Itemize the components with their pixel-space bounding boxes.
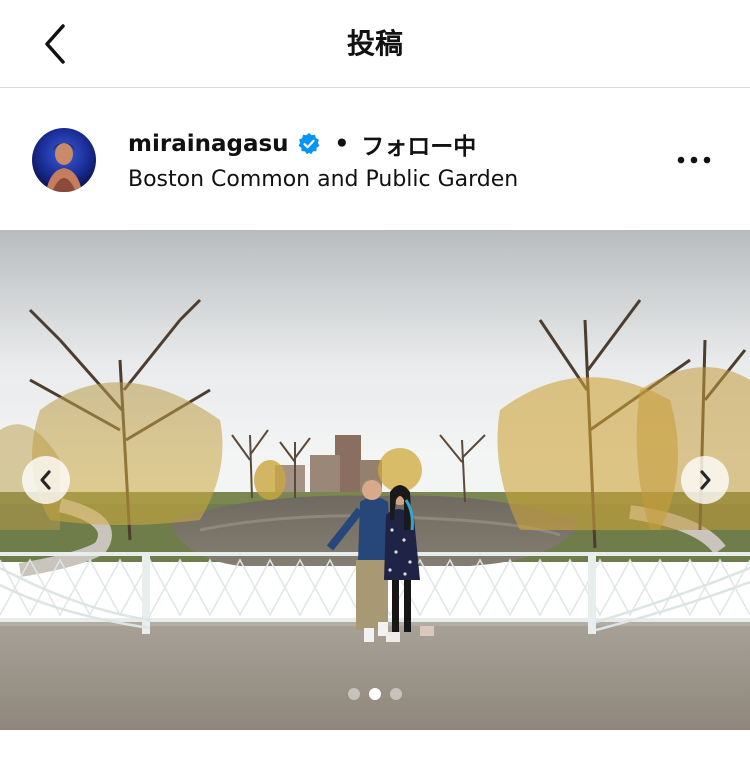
carousel-dot[interactable] bbox=[390, 688, 402, 700]
more-horizontal-icon bbox=[677, 156, 711, 164]
chevron-left-icon bbox=[40, 470, 51, 490]
page-title: 投稿 bbox=[346, 27, 403, 60]
top-nav-bar: 投稿 bbox=[0, 0, 750, 88]
following-status[interactable]: フォロー中 bbox=[361, 127, 476, 161]
carousel-next-button[interactable] bbox=[681, 456, 729, 504]
chevron-right-icon bbox=[700, 470, 711, 490]
carousel-dot-active[interactable] bbox=[369, 688, 381, 700]
carousel-dot[interactable] bbox=[348, 688, 360, 700]
location-link[interactable]: Boston Common and Public Garden bbox=[128, 167, 518, 192]
post-media-carousel[interactable] bbox=[0, 230, 750, 730]
username[interactable]: mirainagasu bbox=[128, 131, 289, 157]
more-options-button[interactable] bbox=[670, 143, 718, 177]
avatar[interactable] bbox=[32, 128, 96, 192]
verified-badge-icon bbox=[298, 133, 319, 155]
post-photo bbox=[0, 230, 750, 730]
carousel-prev-button[interactable] bbox=[22, 456, 70, 504]
carousel-indicator bbox=[0, 688, 750, 700]
post-header: mirainagasu • フォロー中 Boston Common and Pu… bbox=[0, 89, 750, 231]
separator-dot: • bbox=[334, 131, 350, 157]
user-line: mirainagasu • フォロー中 bbox=[128, 127, 476, 161]
